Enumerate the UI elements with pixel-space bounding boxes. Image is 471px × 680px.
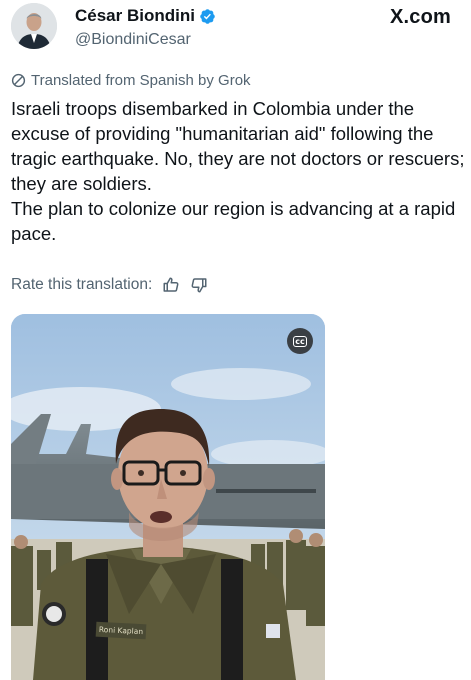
site-watermark: X.com xyxy=(389,6,451,28)
rate-translation-label: Rate this translation: xyxy=(11,276,153,293)
author-handle[interactable]: @BiondiniCesar xyxy=(75,31,191,49)
author-name-row: César Biondini xyxy=(75,6,216,26)
verified-badge-icon xyxy=(200,8,215,24)
tweet-video[interactable]: cc Roni Kaplan xyxy=(11,314,325,680)
author-display-name[interactable]: César Biondini xyxy=(75,6,195,26)
captions-button-label: cc xyxy=(293,335,307,347)
rate-translation-row: Rate this translation: xyxy=(11,276,208,294)
tweet-text: Israeli troops disembarked in Colombia u… xyxy=(11,98,465,244)
captions-button[interactable]: cc xyxy=(287,328,313,354)
video-frame xyxy=(11,314,325,680)
translation-note-text: Translated from Spanish by Grok xyxy=(31,72,251,89)
tweet-header: César Biondini @BiondiniCesar X.com xyxy=(0,0,471,64)
thumbs-down-icon[interactable] xyxy=(190,276,208,294)
avatar[interactable] xyxy=(11,3,57,49)
translation-note: Translated from Spanish by Grok xyxy=(11,72,251,89)
translate-icon xyxy=(11,73,26,88)
uniform-name-tag: Roni Kaplan xyxy=(95,621,147,640)
thumbs-up-icon[interactable] xyxy=(162,276,180,294)
